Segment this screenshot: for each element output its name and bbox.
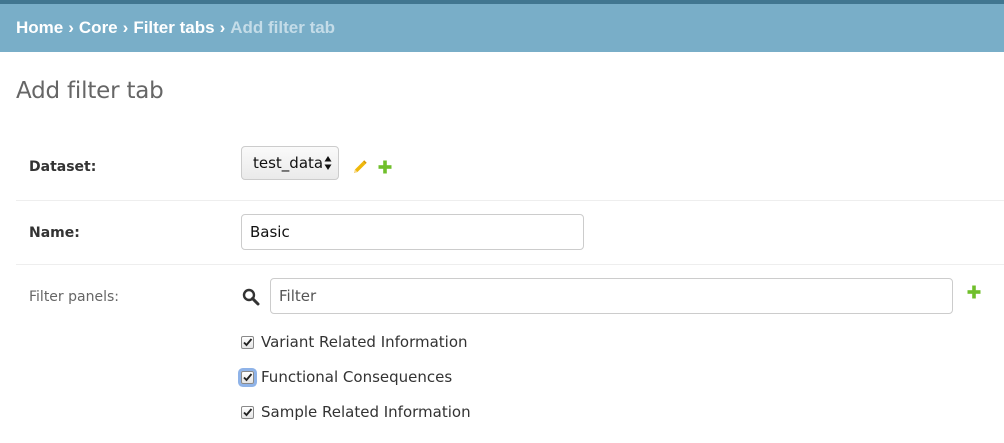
checkbox[interactable]	[241, 370, 254, 384]
breadcrumb-home-link[interactable]: Home	[16, 18, 63, 38]
filter-panels-search-input[interactable]	[270, 278, 953, 314]
breadcrumb-core-link[interactable]: Core	[79, 18, 118, 38]
name-label: Name:	[29, 225, 80, 241]
checkbox-label[interactable]: Functional Consequences	[261, 368, 452, 386]
plus-icon[interactable]	[967, 284, 981, 303]
dataset-row: Dataset: test_data	[16, 134, 1004, 201]
breadcrumb-current: Add filter tab	[230, 18, 336, 37]
checkbox[interactable]	[241, 335, 254, 349]
filter-panels-label: Filter panels:	[29, 289, 119, 305]
breadcrumb-filter-tabs-link[interactable]: Filter tabs	[133, 18, 214, 38]
breadcrumb-separator: ›	[122, 18, 129, 37]
breadcrumb: Home › Core › Filter tabs › Add filter t…	[0, 0, 1004, 52]
checkbox-label[interactable]: Variant Related Information	[261, 333, 468, 351]
breadcrumb-separator: ›	[219, 18, 226, 37]
search-icon	[242, 288, 260, 310]
name-row: Name:	[16, 201, 1004, 265]
pencil-icon[interactable]	[352, 159, 368, 179]
dataset-select-value: test_data	[253, 154, 324, 172]
filter-panel-option: Variant Related Information	[241, 333, 468, 351]
filter-panel-option: Sample Related Information	[241, 403, 471, 421]
filter-panel-option: Functional Consequences	[241, 368, 452, 386]
select-arrows-icon	[324, 155, 332, 171]
checkbox[interactable]	[241, 405, 254, 419]
breadcrumb-separator: ›	[68, 18, 74, 37]
dataset-select[interactable]: test_data	[241, 146, 339, 180]
plus-icon[interactable]	[378, 159, 392, 178]
filter-panels-row: Filter panels: Variant Related Informati…	[16, 265, 1004, 443]
page-title: Add filter tab	[16, 78, 164, 104]
checkbox-label[interactable]: Sample Related Information	[261, 403, 471, 421]
dataset-label: Dataset:	[29, 159, 97, 175]
name-input[interactable]	[241, 214, 584, 250]
